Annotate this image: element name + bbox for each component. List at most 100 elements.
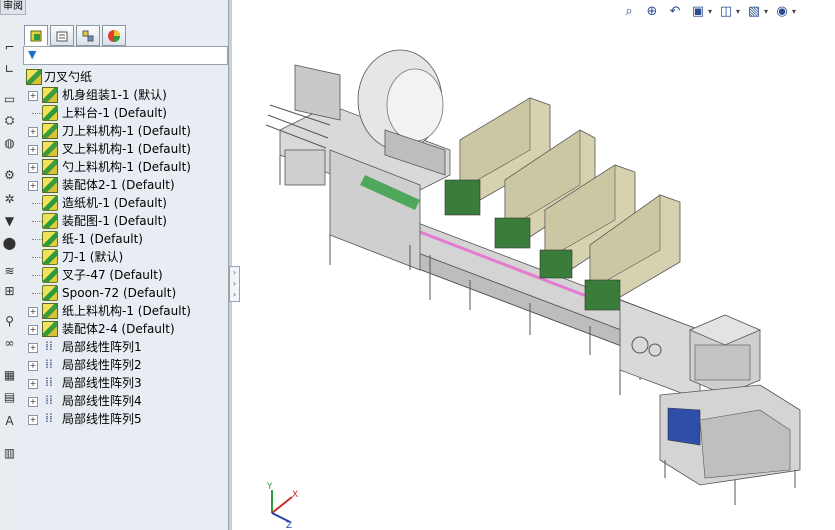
tree-item-label: 局部线性阵列1	[62, 340, 142, 354]
tree-item-label: 装配图-1 (Default)	[62, 214, 167, 228]
subassembly-icon	[42, 321, 58, 337]
tree-item[interactable]: + 勺上料机构-1 (Default)	[20, 158, 228, 176]
linear-pattern-icon: ⁞⁞	[45, 357, 53, 371]
part-icon	[42, 285, 58, 301]
tree-item[interactable]: 装配图-1 (Default)	[20, 212, 228, 230]
tree-item[interactable]: + ⁞⁞ 局部线性阵列4	[20, 392, 228, 410]
expand-icon[interactable]: +	[28, 163, 38, 173]
expand-icon[interactable]: +	[28, 181, 38, 191]
tree-item-label: 机身组装1-1 (默认)	[62, 88, 167, 102]
expand-icon[interactable]: +	[28, 325, 38, 335]
location-icon[interactable]: ⬤	[1, 234, 18, 251]
feature-manager-panel: ▼ 刀叉勺纸 + 机身组装1-1 (默认) 上料台-1 (Default) + 刀上料机构…	[20, 0, 229, 530]
tree-connector	[32, 221, 42, 222]
filter-icon[interactable]: ▼	[28, 48, 36, 61]
axis-y-label: Y	[266, 482, 273, 492]
display-icon[interactable]: ▭	[1, 90, 18, 107]
axis-x-label: X	[292, 490, 298, 500]
property-manager-tab[interactable]	[50, 25, 74, 46]
property-sheet-icon	[56, 31, 68, 41]
tree-item-label: 局部线性阵列3	[62, 376, 142, 390]
spring-icon[interactable]: ≋	[1, 262, 18, 279]
binoculars-icon[interactable]: ∞	[1, 334, 18, 351]
subassembly-icon	[42, 303, 58, 319]
tree-connector	[32, 275, 42, 276]
globe-icon[interactable]: ◍	[1, 134, 18, 151]
display-manager-tab[interactable]	[102, 25, 126, 46]
text-icon[interactable]: A	[1, 412, 18, 429]
expand-icon[interactable]: +	[28, 91, 38, 101]
search-icon[interactable]: ⚲	[1, 312, 18, 329]
part-icon	[42, 213, 58, 229]
graphics-viewport[interactable]: Y X Z	[232, 0, 835, 530]
tree-item[interactable]: 纸-1 (Default)	[20, 230, 228, 248]
tree-item[interactable]: + ⁞⁞ 局部线性阵列5	[20, 410, 228, 428]
tree-item-label: 局部线性阵列5	[62, 412, 142, 426]
tree-item[interactable]: + 装配体2-4 (Default)	[20, 320, 228, 338]
tree-item[interactable]: Spoon-72 (Default)	[20, 284, 228, 302]
tree-item-label: 纸-1 (Default)	[62, 232, 143, 246]
funnel-icon[interactable]: ▼	[1, 212, 18, 229]
tree-item-label: 上料台-1 (Default)	[62, 106, 167, 120]
link-icon[interactable]: ⊞	[1, 282, 18, 299]
feature-manager-tab[interactable]	[24, 25, 48, 46]
expand-icon[interactable]: +	[28, 397, 38, 407]
tree-item[interactable]: 刀-1 (默认)	[20, 248, 228, 266]
settings-icon[interactable]: ⚙	[1, 166, 18, 183]
feature-tree-icon	[30, 30, 42, 41]
gear-icon[interactable]: ✲	[1, 190, 18, 207]
tree-item-label: Spoon-72 (Default)	[62, 286, 177, 300]
tree-item[interactable]: + 纸上料机构-1 (Default)	[20, 302, 228, 320]
tree-item-label: 纸上料机构-1 (Default)	[62, 304, 191, 318]
feature-manager-tabs	[24, 25, 126, 46]
tree-item[interactable]: 上料台-1 (Default)	[20, 104, 228, 122]
expand-icon[interactable]: +	[28, 361, 38, 371]
linear-pattern-icon: ⁞⁞	[45, 339, 53, 353]
sketch-icon[interactable]: ∟	[1, 60, 18, 77]
expand-icon[interactable]: +	[28, 145, 38, 155]
tree-filter-bar[interactable]: ▼	[23, 46, 228, 65]
chart-icon[interactable]: ▥	[1, 444, 18, 461]
axis-z-label: Z	[286, 521, 292, 530]
expand-icon[interactable]: +	[28, 343, 38, 353]
tree-item-label: 叉上料机构-1 (Default)	[62, 142, 191, 156]
review-tab[interactable]: 审阅	[0, 0, 26, 15]
expand-icon[interactable]: +	[28, 127, 38, 137]
tree-root[interactable]: 刀叉勺纸	[20, 68, 228, 86]
measure-icon[interactable]: ⌐	[1, 38, 18, 55]
expand-icon[interactable]: +	[28, 415, 38, 425]
tree-connector	[32, 203, 42, 204]
linear-pattern-icon: ⁞⁞	[45, 411, 53, 425]
tree-item[interactable]: + 机身组装1-1 (默认)	[20, 86, 228, 104]
tree-item-label: 局部线性阵列4	[62, 394, 142, 408]
packaging-unit	[619, 299, 801, 505]
tree-item[interactable]: 造纸机-1 (Default)	[20, 194, 228, 212]
tree-connector	[32, 293, 42, 294]
tree-item-label: 勺上料机构-1 (Default)	[62, 160, 191, 174]
print-icon[interactable]: ▤	[1, 388, 18, 405]
display-manager-icon	[108, 29, 120, 42]
linear-pattern-icon: ⁞⁞	[45, 393, 53, 407]
assembly-icon[interactable]: ⛭	[1, 112, 18, 129]
tree-connector	[32, 113, 42, 114]
configuration-manager-tab[interactable]	[76, 25, 100, 46]
tree-item[interactable]: + 刀上料机构-1 (Default)	[20, 122, 228, 140]
tree-item-label: 刀-1 (默认)	[62, 250, 124, 264]
tree-item-label: 造纸机-1 (Default)	[62, 196, 167, 210]
expand-icon[interactable]: +	[28, 379, 38, 389]
tree-item[interactable]: + ⁞⁞ 局部线性阵列1	[20, 338, 228, 356]
tree-item[interactable]: + ⁞⁞ 局部线性阵列2	[20, 356, 228, 374]
part-icon	[42, 267, 58, 283]
tree-item[interactable]: + ⁞⁞ 局部线性阵列3	[20, 374, 228, 392]
excel-icon[interactable]: ▦	[1, 366, 18, 383]
part-icon	[42, 231, 58, 247]
expand-icon[interactable]: +	[28, 307, 38, 317]
subassembly-icon	[42, 159, 58, 175]
subassembly-icon	[42, 87, 58, 103]
left-command-toolbar: ⌐ ∟ ▭ ⛭ ◍ ⚙ ✲ ▼ ⬤ ≋ ⊞ ⚲ ∞ ▦ ▤ A ▥	[0, 0, 21, 530]
part-icon	[42, 105, 58, 121]
tree-item[interactable]: 叉子-47 (Default)	[20, 266, 228, 284]
assembly-icon	[26, 69, 42, 85]
tree-item[interactable]: + 叉上料机构-1 (Default)	[20, 140, 228, 158]
tree-item[interactable]: + 装配体2-1 (Default)	[20, 176, 228, 194]
